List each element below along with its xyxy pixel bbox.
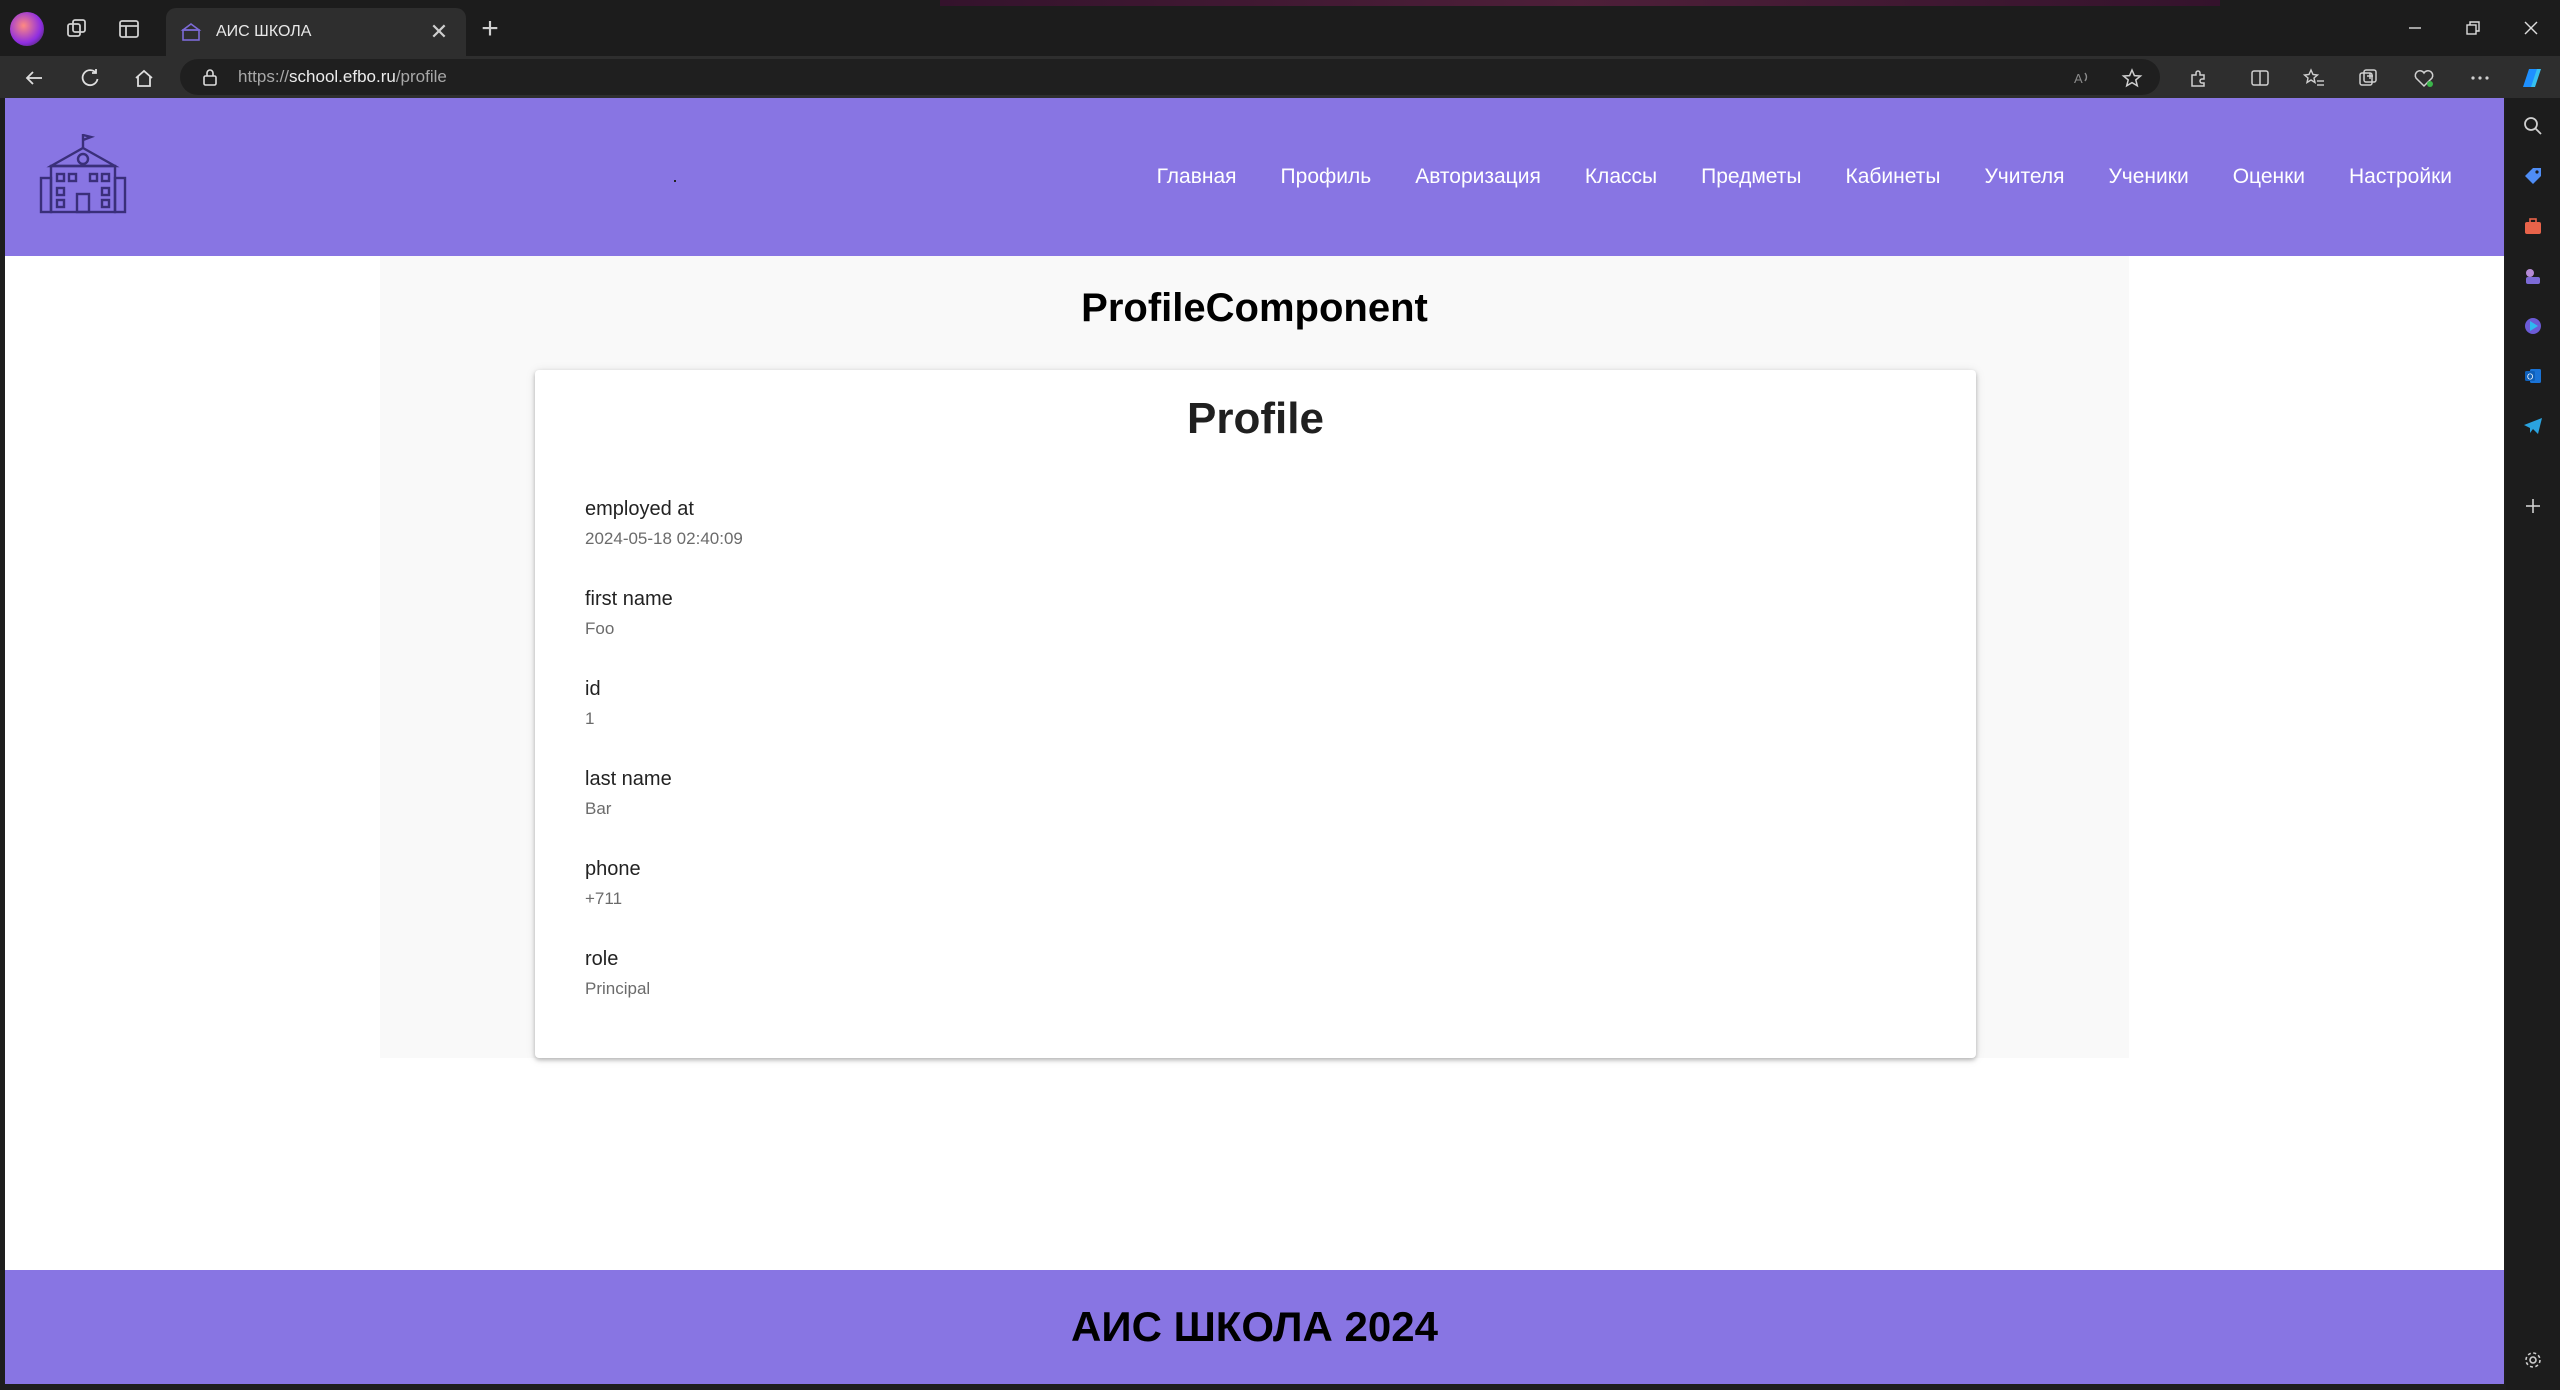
component-title: ProfileComponent [1081, 286, 1428, 330]
site-footer: АИС ШКОЛА 2024 [5, 1270, 2504, 1384]
favorite-star-icon[interactable] [2112, 60, 2152, 96]
sidebar-settings-gear-icon[interactable] [2517, 1344, 2549, 1376]
field-label: last name [585, 768, 672, 790]
field-value: Principal [585, 979, 651, 998]
page-viewport: Главная Профиль Авторизация Классы Предм… [5, 98, 2504, 1384]
browser-tab-bar: АИС ШКОЛА ✕ + [0, 0, 2560, 56]
tab-title: АИС ШКОЛА [216, 23, 312, 40]
field-label: id [585, 678, 601, 700]
header-dot [674, 180, 676, 182]
profile-field-id: id 1 [585, 678, 601, 729]
copilot-icon[interactable] [2512, 60, 2552, 96]
nav-link-teachers[interactable]: Учителя [1962, 165, 2086, 189]
site-header: Главная Профиль Авторизация Классы Предм… [5, 98, 2504, 256]
add-sidebar-app-icon[interactable] [2517, 490, 2549, 522]
content-panel: ProfileComponent Profile employed at 202… [380, 256, 2129, 1058]
shopping-tag-icon[interactable] [2517, 160, 2549, 192]
nav-link-login[interactable]: Авторизация [1393, 165, 1563, 189]
search-icon[interactable] [2517, 110, 2549, 142]
nav-link-subjects[interactable]: Предметы [1679, 165, 1823, 189]
tools-briefcase-icon[interactable] [2517, 210, 2549, 242]
school-favicon-icon [180, 23, 202, 41]
close-window-icon[interactable] [2511, 10, 2551, 46]
nav-link-classes[interactable]: Классы [1563, 165, 1679, 189]
restore-icon[interactable] [2453, 10, 2493, 46]
url-text: https://school.efbo.ru/profile [238, 67, 447, 86]
more-menu-icon[interactable] [2460, 60, 2500, 96]
field-label: employed at [585, 498, 694, 520]
profile-card: Profile employed at 2024-05-18 02:40:09 … [535, 370, 1976, 1058]
telegram-icon[interactable] [2517, 410, 2549, 442]
address-bar[interactable]: https://school.efbo.ru/profile [180, 59, 2160, 95]
minimize-icon[interactable] [2395, 10, 2435, 46]
games-icon[interactable] [2517, 260, 2549, 292]
field-value: 2024-05-18 02:40:09 [585, 529, 743, 548]
nav-link-profile[interactable]: Профиль [1259, 165, 1394, 189]
lock-icon[interactable] [200, 67, 220, 87]
svg-text:O: O [2527, 373, 2533, 382]
footer-text: АИС ШКОЛА 2024 [1071, 1303, 1438, 1350]
split-screen-icon[interactable] [2240, 60, 2280, 96]
field-label: first name [585, 588, 673, 610]
nav-link-students[interactable]: Ученики [2086, 165, 2210, 189]
profile-field-first-name: first name Foo [585, 588, 673, 639]
workspaces-icon[interactable] [60, 12, 94, 46]
profile-field-phone: phone +711 [585, 858, 641, 909]
field-label: phone [585, 858, 641, 880]
field-value: 1 [585, 709, 595, 728]
nav-link-settings[interactable]: Настройки [2327, 165, 2474, 189]
tab-close-icon[interactable]: ✕ [426, 19, 452, 45]
nav-link-rooms[interactable]: Кабинеты [1823, 165, 1962, 189]
copilot-app-icon[interactable] [2517, 310, 2549, 342]
read-aloud-icon[interactable]: A [2062, 60, 2102, 96]
school-building-logo-icon[interactable] [39, 132, 127, 216]
field-value: Bar [585, 799, 612, 818]
reload-icon[interactable] [70, 60, 110, 96]
browser-profile-avatar[interactable] [10, 12, 44, 46]
outlook-icon[interactable]: O [2517, 360, 2549, 392]
tabbar-decoration [940, 0, 2220, 6]
nav-link-grades[interactable]: Оценки [2211, 165, 2327, 189]
extensions-icon[interactable] [2178, 60, 2218, 96]
profile-field-employed-at: employed at 2024-05-18 02:40:09 [585, 498, 743, 549]
nav-link-home[interactable]: Главная [1135, 165, 1259, 189]
field-value: +711 [585, 889, 623, 908]
collections-icon[interactable] [2348, 60, 2388, 96]
back-icon[interactable] [14, 60, 54, 96]
vertical-tabs-icon[interactable] [112, 12, 146, 46]
field-label: role [585, 948, 619, 970]
card-title: Profile [1187, 394, 1324, 443]
edge-sidebar: O [2506, 98, 2560, 1390]
profile-field-role: role Principal [585, 948, 650, 999]
active-tab[interactable]: АИС ШКОЛА ✕ [166, 8, 466, 56]
profile-field-last-name: last name Bar [585, 768, 672, 819]
browser-toolbar: https://school.efbo.ru/profile A [0, 56, 2560, 98]
svg-text:A: A [2074, 71, 2083, 86]
home-icon[interactable] [124, 60, 164, 96]
main-navigation: Главная Профиль Авторизация Классы Предм… [1135, 98, 2474, 256]
browser-essentials-icon[interactable] [2404, 60, 2444, 96]
field-value: Foo [585, 619, 615, 638]
favorites-list-icon[interactable] [2294, 60, 2334, 96]
new-tab-icon[interactable]: + [472, 12, 508, 48]
